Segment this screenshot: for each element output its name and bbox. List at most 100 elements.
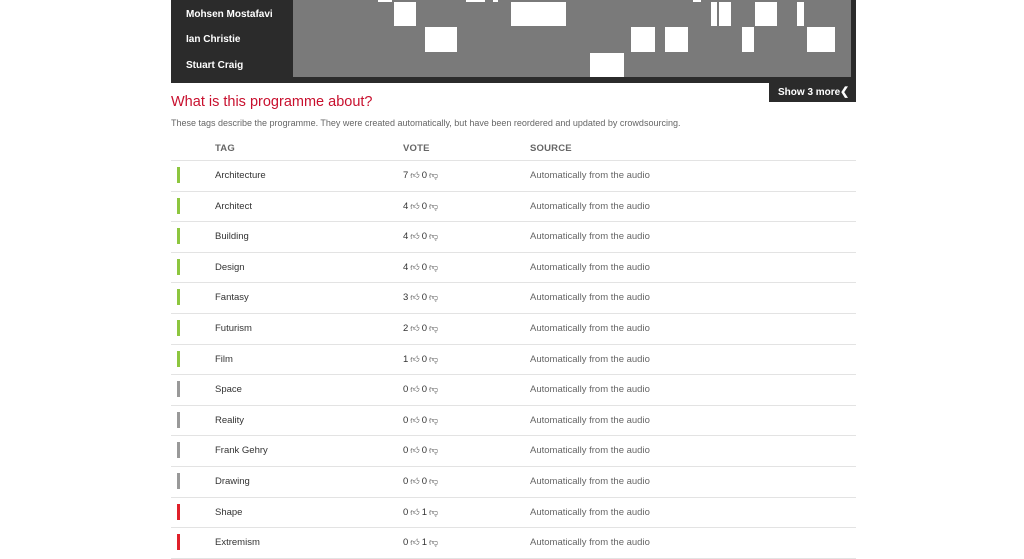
speaker-timeline: Mohsen Mostafavi Ian Christie Stuart Cra… [171,0,856,83]
tag-name[interactable]: Reality [215,406,244,435]
tag-status-bar [177,197,180,214]
thumbs-up-icon[interactable]: 👍︎ [410,406,419,435]
thumbs-down-icon[interactable]: 👎︎ [429,375,438,404]
tag-name[interactable]: Shape [215,498,242,527]
table-row: Futurism 2 👍︎ 0 👎︎ Automatically from the aud… [171,314,856,345]
thumbs-down-icon[interactable]: 👎︎ [429,253,438,282]
upvote-count: 4 [403,231,409,243]
thumbs-up-icon[interactable]: 👍︎ [410,467,419,496]
tag-source: Automatically from the audio [530,506,650,518]
downvote-count: 1 [421,537,427,549]
thumbs-down-icon[interactable]: 👎︎ [429,498,438,527]
speaker-timeline-track [293,0,851,77]
tag-name[interactable]: Architect [215,192,252,221]
thumbs-up-icon[interactable]: 👍︎ [410,222,419,251]
timeline-segment [807,27,835,52]
tag-source: Automatically from the audio [530,537,650,549]
upvote-count: 1 [403,353,409,365]
timeline-segment [719,2,731,26]
tag-status-bar [177,472,180,489]
tag-name[interactable]: Space [215,375,242,404]
downvote-count: 0 [421,322,427,334]
thumbs-down-icon[interactable]: 👎︎ [429,283,438,312]
upvote-count: 3 [403,292,409,304]
thumbs-up-icon[interactable]: 👍︎ [410,498,419,527]
tag-status-bar [177,442,180,459]
upvote-count: 4 [403,261,409,273]
tag-source: Automatically from the audio [530,261,650,273]
tag-name[interactable]: Drawing [215,467,250,496]
tag-source: Automatically from the audio [530,292,650,304]
thumbs-down-icon[interactable]: 👎︎ [429,406,438,435]
vote-cell: 0 👍︎ 0 👎︎ [403,406,440,435]
thumbs-down-icon[interactable]: 👎︎ [429,528,438,557]
thumbs-up-icon[interactable]: 👍︎ [410,192,419,221]
vote-cell: 4 👍︎ 0 👎︎ [403,222,440,251]
tag-name[interactable]: Frank Gehry [215,436,268,465]
thumbs-up-icon[interactable]: 👍︎ [410,528,419,557]
upvote-count: 4 [403,200,409,212]
table-row: Building 4 👍︎ 0 👎︎ Automatically from the aud… [171,222,856,253]
show-more-button[interactable]: Show 3 more ❮ [769,83,856,102]
table-header: TAG VOTE SOURCE [171,138,856,161]
table-row: Design 4 👍︎ 0 👎︎ Automatically from the audio [171,253,856,284]
tag-status-bar [177,319,180,336]
vote-cell: 0 👍︎ 0 👎︎ [403,375,440,404]
vote-cell: 3 👍︎ 0 👎︎ [403,283,440,312]
upvote-count: 0 [403,384,409,396]
chevron-left-icon: ❮ [840,86,850,98]
tag-status-bar [177,289,180,306]
table-row: Extremism 0 👍︎ 1 👎︎ Automatically from the au… [171,528,856,559]
tag-status-bar [177,411,180,428]
vote-cell: 0 👍︎ 0 👎︎ [403,467,440,496]
tag-status-bar [177,503,180,520]
upvote-count: 0 [403,475,409,487]
timeline-segment [511,2,566,26]
thumbs-down-icon[interactable]: 👎︎ [429,161,438,190]
thumbs-down-icon[interactable]: 👎︎ [429,192,438,221]
vote-cell: 4 👍︎ 0 👎︎ [403,192,440,221]
speaker-name: Stuart Craig [186,60,244,71]
thumbs-down-icon[interactable]: 👎︎ [429,345,438,374]
thumbs-up-icon[interactable]: 👍︎ [410,375,419,404]
thumbs-up-icon[interactable]: 👍︎ [410,436,419,465]
table-row: Drawing 0 👍︎ 0 👎︎ Automatically from the audi… [171,467,856,498]
timeline-segment [425,27,457,52]
tag-name[interactable]: Film [215,345,233,374]
table-row: Architecture 7 👍︎ 0 👎︎ Automatically from the… [171,161,856,192]
tag-source: Automatically from the audio [530,353,650,365]
tag-name[interactable]: Fantasy [215,283,249,312]
vote-cell: 0 👍︎ 1 👎︎ [403,498,440,527]
tag-name[interactable]: Futurism [215,314,252,343]
upvote-count: 0 [403,537,409,549]
thumbs-down-icon[interactable]: 👎︎ [429,314,438,343]
thumbs-up-icon[interactable]: 👍︎ [410,314,419,343]
speaker-name: Ian Christie [186,34,241,45]
table-row: Reality 0 👍︎ 0 👎︎ Automatically from the audi… [171,406,856,437]
downvote-count: 0 [421,445,427,457]
vote-cell: 0 👍︎ 0 👎︎ [403,436,440,465]
tag-name[interactable]: Architecture [215,161,266,190]
tag-status-bar [177,258,180,275]
thumbs-down-icon[interactable]: 👎︎ [429,222,438,251]
thumbs-up-icon[interactable]: 👍︎ [410,283,419,312]
show-more-label: Show 3 more [778,87,841,98]
timeline-segment [665,27,688,52]
vote-cell: 1 👍︎ 0 👎︎ [403,345,440,374]
tag-name[interactable]: Building [215,222,249,251]
downvote-count: 0 [421,261,427,273]
timeline-segment [693,0,701,2]
thumbs-down-icon[interactable]: 👎︎ [429,436,438,465]
thumbs-down-icon[interactable]: 👎︎ [429,467,438,496]
thumbs-up-icon[interactable]: 👍︎ [410,161,419,190]
downvote-count: 0 [421,200,427,212]
tag-name[interactable]: Extremism [215,528,260,557]
timeline-segment [631,27,655,52]
table-row: Architect 4 👍︎ 0 👎︎ Automatically from the au… [171,192,856,223]
thumbs-up-icon[interactable]: 👍︎ [410,345,419,374]
thumbs-up-icon[interactable]: 👍︎ [410,253,419,282]
tag-source: Automatically from the audio [530,445,650,457]
tag-name[interactable]: Design [215,253,245,282]
tag-source: Automatically from the audio [530,322,650,334]
tag-source: Automatically from the audio [530,231,650,243]
